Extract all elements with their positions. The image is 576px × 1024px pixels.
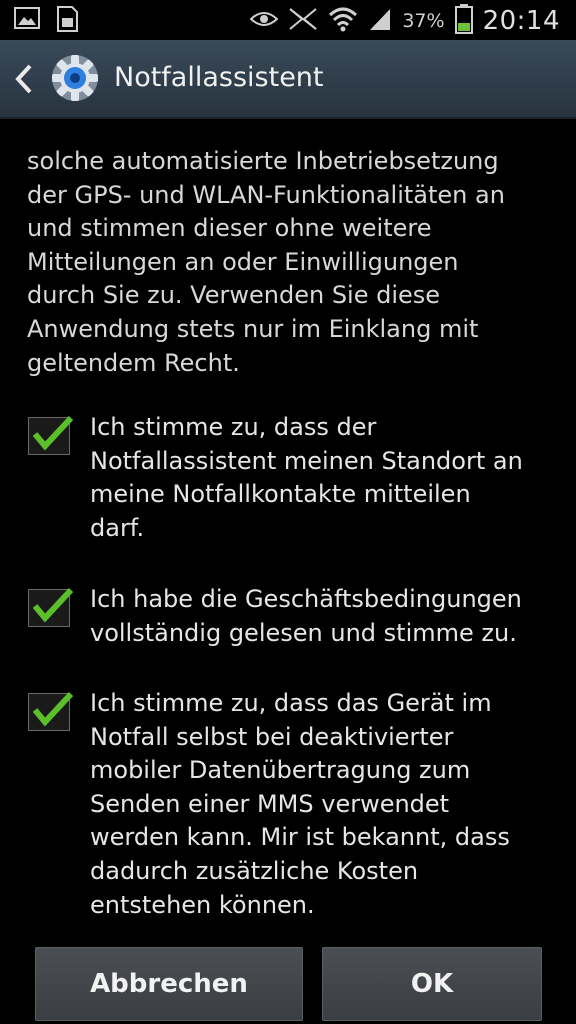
terms-paragraph: solche automatisierte Inbetriebsetzung d… <box>27 147 505 377</box>
settings-gear-icon[interactable] <box>50 53 100 103</box>
terms-read-label: Ich habe die Geschäftsbedingungen vollst… <box>90 585 522 647</box>
location-consent-label: Ich stimme zu, dass der Notfallassistent… <box>90 413 523 542</box>
nfc-icon <box>288 7 318 35</box>
checkmark-icon <box>32 415 74 451</box>
action-bar: Notfallassistent <box>0 40 576 119</box>
page-title: Notfallassistent <box>114 62 324 93</box>
checkmark-icon <box>32 587 74 623</box>
clock: 20:14 <box>482 6 560 36</box>
picture-icon <box>14 6 40 36</box>
location-consent-checkbox[interactable] <box>28 415 74 455</box>
battery-percentage: 37% <box>402 10 445 32</box>
checkmark-icon <box>32 691 74 727</box>
signal-icon <box>368 7 392 35</box>
eye-icon <box>249 9 279 33</box>
wifi-icon <box>328 6 358 36</box>
ok-button[interactable]: OK <box>322 947 542 1021</box>
battery-icon <box>454 4 473 38</box>
sd-card-icon <box>56 6 78 36</box>
back-arrow-icon[interactable] <box>10 60 42 98</box>
cancel-button[interactable]: Abbrechen <box>35 947 303 1021</box>
status-bar: 37% 20:14 <box>0 0 576 40</box>
terms-read-checkbox[interactable] <box>28 587 74 627</box>
mms-consent-label: Ich stimme zu, dass das Gerät im Notfall… <box>90 689 510 919</box>
mms-consent-checkbox[interactable] <box>28 691 74 731</box>
